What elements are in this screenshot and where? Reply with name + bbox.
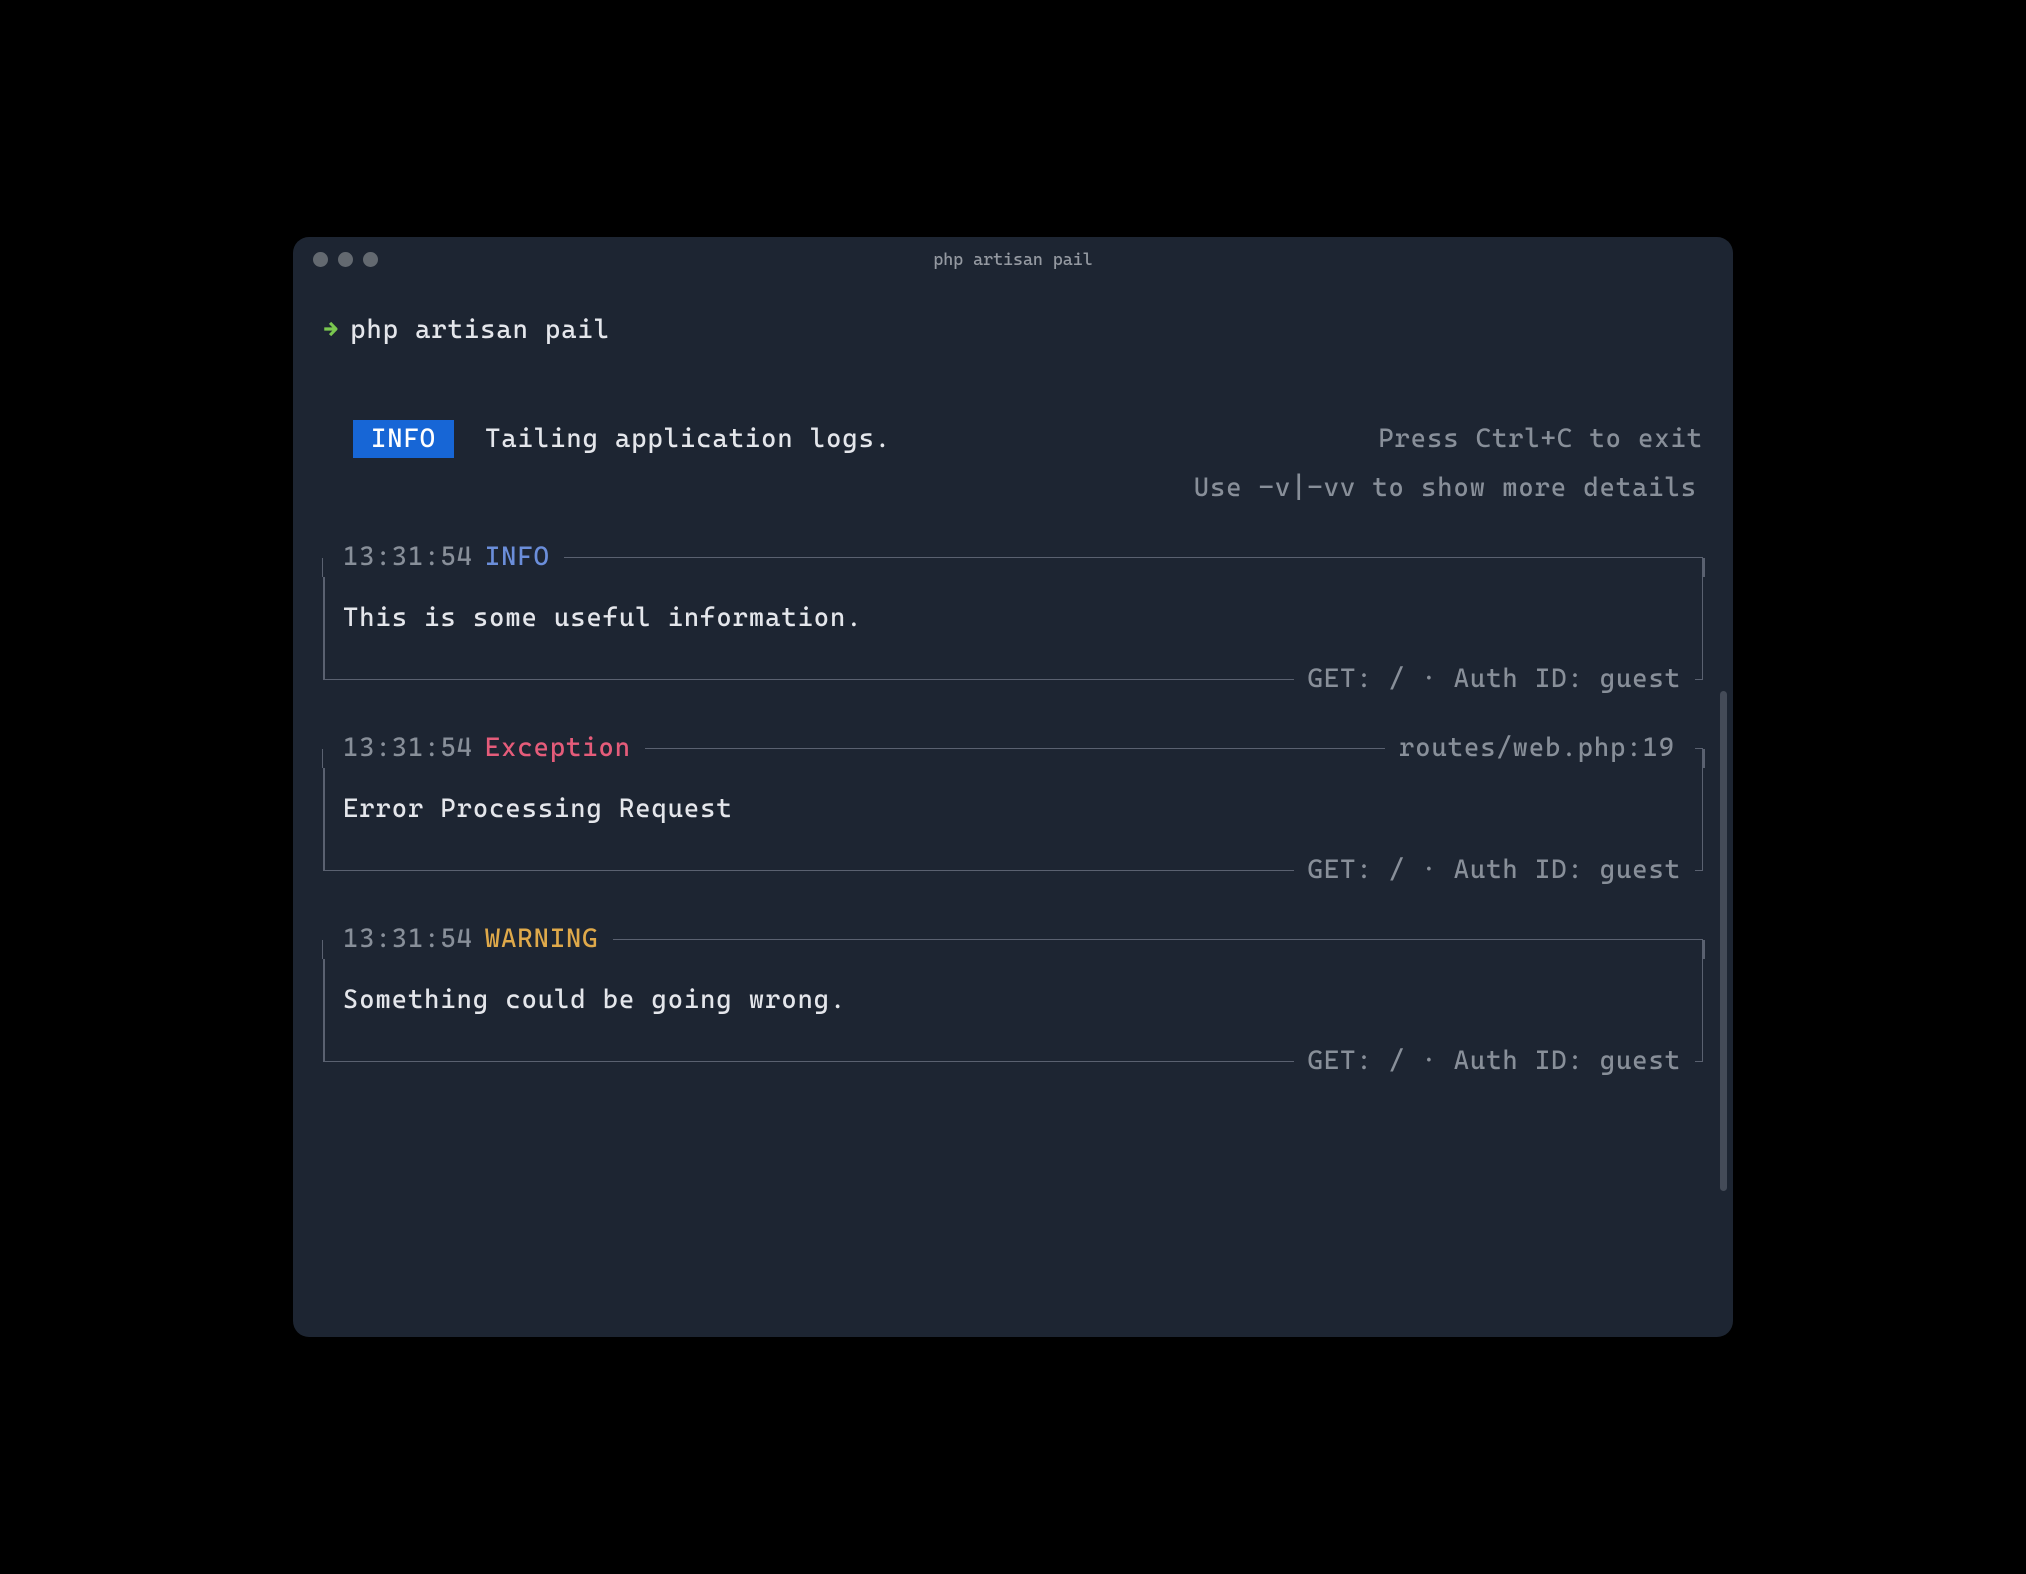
prompt-command: php artisan pail [350,311,610,350]
header-subhint: Use -v|-vv to show more details [323,469,1703,508]
log-meta: GET: / · Auth ID: guest [1294,660,1695,699]
terminal-window: php artisan pail → php artisan pail INFO… [293,237,1733,1337]
minimize-icon[interactable] [338,252,353,267]
log-timestamp: 13:31:54 [343,920,473,959]
log-message: This is some useful information. [343,599,1683,638]
log-bottom: GET: / · Auth ID: guest [323,1042,1703,1081]
log-top: 13:31:54 WARNING [323,920,1703,959]
log-top-left: 13:31:54 INFO [323,538,564,577]
log-level: Exception [485,729,631,768]
maximize-icon[interactable] [363,252,378,267]
log-meta: GET: / · Auth ID: guest [1294,1042,1695,1081]
header-line: INFO Tailing application logs. Press Ctr… [323,420,1703,459]
window-title: php artisan pail [293,249,1733,269]
terminal-body[interactable]: → php artisan pail INFO Tailing applicat… [293,281,1733,1337]
log-body: This is some useful information. [323,577,1703,660]
log-top-left: 13:31:54 Exception [323,729,645,768]
header-message: Tailing application logs. [485,424,891,454]
log-level: WARNING [485,920,599,959]
header-hint: Press Ctrl+C to exit [1378,420,1703,459]
scrollbar[interactable] [1720,691,1727,1191]
log-timestamp: 13:31:54 [343,729,473,768]
log-body: Something could be going wrong. [323,959,1703,1042]
log-message: Something could be going wrong. [343,981,1683,1020]
log-meta: GET: / · Auth ID: guest [1294,851,1695,890]
titlebar: php artisan pail [293,237,1733,281]
logs-container: 13:31:54 INFO This is some useful informat… [323,538,1703,1081]
log-source: routes/web.php:19 [1385,729,1695,768]
log-bottom: GET: / · Auth ID: guest [323,851,1703,890]
log-top-left: 13:31:54 WARNING [323,920,613,959]
log-body: Error Processing Request [323,768,1703,851]
prompt-line: → php artisan pail [323,311,1703,350]
log-entry: 13:31:54 Exception routes/web.php:19 Error … [323,729,1703,890]
close-icon[interactable] [313,252,328,267]
info-badge: INFO [353,420,454,458]
log-entry: 13:31:54 INFO This is some useful informat… [323,538,1703,699]
log-bottom: GET: / · Auth ID: guest [323,660,1703,699]
header-left: INFO Tailing application logs. [353,420,891,459]
traffic-lights [313,252,378,267]
log-message: Error Processing Request [343,790,1683,829]
log-top: 13:31:54 INFO [323,538,1703,577]
prompt-arrow-icon: → [323,311,338,350]
log-level: INFO [485,538,550,577]
log-top: 13:31:54 Exception routes/web.php:19 [323,729,1703,768]
log-entry: 13:31:54 WARNING Something could be going … [323,920,1703,1081]
log-timestamp: 13:31:54 [343,538,473,577]
